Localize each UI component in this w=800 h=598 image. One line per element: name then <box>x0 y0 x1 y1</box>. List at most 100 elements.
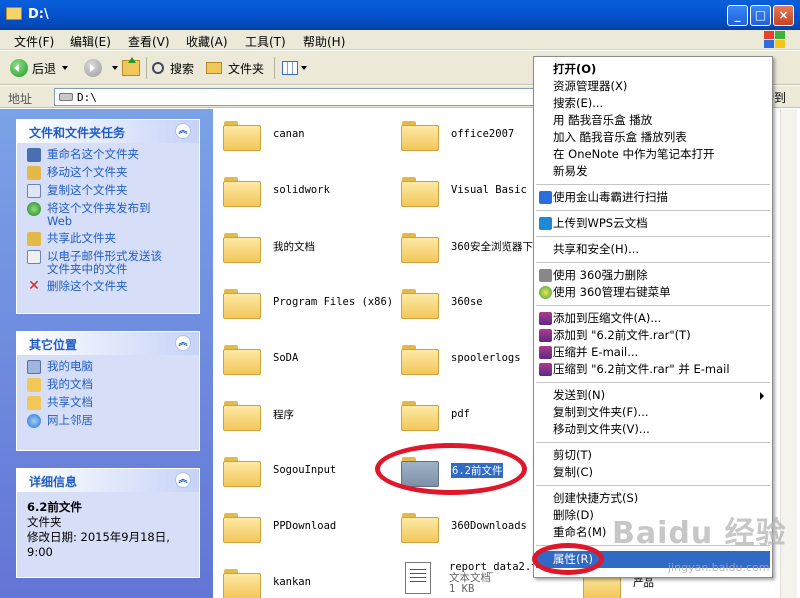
task-copy-folder[interactable]: 复制这个文件夹 <box>27 184 193 198</box>
menu-copy-to-folder[interactable]: 复制到文件夹(F)... <box>536 404 770 421</box>
task-email-files[interactable]: 以电子邮件形式发送该 文件夹中的文件 <box>27 250 193 276</box>
menu-copy[interactable]: 复制(C) <box>536 464 770 481</box>
menu-tools[interactable]: 工具(T) <box>245 33 286 50</box>
windows-logo-icon <box>764 31 786 49</box>
text-document-icon <box>405 562 431 594</box>
folder-icon <box>223 287 261 319</box>
folder-item[interactable]: PPDownload <box>223 504 336 548</box>
minimize-button[interactable]: _ <box>727 5 748 26</box>
tasks-panel: 文件和文件夹任务 ︽ 重命名这个文件夹 移动这个文件夹 复制这个文件夹 将这个文… <box>16 119 200 314</box>
folder-item[interactable]: 360安全浏览器下 <box>401 224 533 268</box>
search-button[interactable]: 搜索 <box>152 57 194 79</box>
folder-item[interactable]: 360se <box>401 280 483 324</box>
folder-item[interactable]: SogouInput <box>223 448 336 492</box>
details-modified: 修改日期: 2015年9月18日, 9:00 <box>27 530 170 559</box>
folder-item[interactable]: office2007 <box>401 112 514 156</box>
task-move-folder[interactable]: 移动这个文件夹 <box>27 166 193 180</box>
menu-360-manage[interactable]: 使用 360管理右键菜单 <box>536 284 770 301</box>
menu-sharing-security[interactable]: 共享和安全(H)... <box>536 241 770 258</box>
menu-rar-named-email[interactable]: 压缩到 "6.2前文件.rar" 并 E-mail <box>536 361 770 378</box>
menu-explorer[interactable]: 资源管理器(X) <box>536 78 770 95</box>
menu-rar-add[interactable]: 添加到压缩文件(A)... <box>536 310 770 327</box>
folder-item[interactable]: spoolerlogs <box>401 336 521 380</box>
selected-folder-item[interactable]: 6.2前文件 <box>401 448 504 492</box>
details-name: 6.2前文件 <box>27 500 82 514</box>
maximize-button[interactable]: □ <box>750 5 771 26</box>
panel-title[interactable]: 文件和文件夹任务 ︽ <box>17 120 199 143</box>
place-shared-documents[interactable]: 共享文档 <box>27 396 193 410</box>
menu-help[interactable]: 帮助(H) <box>303 33 345 50</box>
menu-rar-add-named[interactable]: 添加到 "6.2前文件.rar"(T) <box>536 327 770 344</box>
chevron-down-icon[interactable] <box>62 66 69 70</box>
archive-icon <box>539 312 552 325</box>
folder-icon <box>401 231 439 263</box>
menu-send-to[interactable]: 发送到(N) <box>536 387 770 404</box>
panel-title[interactable]: 其它位置 ︽ <box>17 332 199 355</box>
folder-item[interactable]: 360Downloads <box>401 504 527 548</box>
menu-favorites[interactable]: 收藏(A) <box>186 33 228 50</box>
folders-button[interactable]: 文件夹 <box>206 57 264 79</box>
place-network[interactable]: 网上邻居 <box>27 414 193 428</box>
folder-item[interactable]: kankan <box>223 560 311 598</box>
menu-search[interactable]: 搜索(E)... <box>536 95 770 112</box>
collapse-icon[interactable]: ︽ <box>175 472 191 488</box>
folder-icon <box>6 7 22 20</box>
file-item[interactable]: report_data2.txt 文本文档 1 KB <box>405 558 550 598</box>
folder-item[interactable]: pdf <box>401 392 470 436</box>
up-folder-button[interactable] <box>122 57 140 79</box>
toolbar-separator <box>146 57 147 79</box>
folder-item[interactable]: SoDA <box>223 336 298 380</box>
menu-kuwo-playlist[interactable]: 加入 酷我音乐盒 播放列表 <box>536 129 770 146</box>
folder-icon <box>401 343 439 375</box>
baidu-watermark: Baidu 经验 <box>612 516 787 551</box>
menu-move-to-folder[interactable]: 移动到文件夹(V)... <box>536 421 770 438</box>
menu-file[interactable]: 文件(F) <box>14 33 54 50</box>
menu-separator <box>536 210 770 211</box>
menu-xinyifa[interactable]: 新易发 <box>536 163 770 180</box>
shredder-icon <box>539 269 552 282</box>
forward-button[interactable] <box>84 57 118 79</box>
copy-icon <box>27 184 41 198</box>
menu-separator <box>536 382 770 383</box>
menu-kingsoft-scan[interactable]: 使用金山毒霸进行扫描 <box>536 189 770 206</box>
collapse-icon[interactable]: ︽ <box>175 335 191 351</box>
baidu-watermark-url: jingyan.baidu.com <box>668 561 770 574</box>
shield-icon <box>539 191 552 204</box>
menu-360-delete[interactable]: 使用 360强力删除 <box>536 267 770 284</box>
menu-bar: 文件(F) 编辑(E) 查看(V) 收藏(A) 工具(T) 帮助(H) <box>0 30 800 50</box>
place-my-documents[interactable]: 我的文档 <box>27 378 193 392</box>
menu-cut[interactable]: 剪切(T) <box>536 447 770 464</box>
menu-open[interactable]: 打开(O) <box>536 61 770 78</box>
task-publish-web[interactable]: 将这个文件夹发布到 Web <box>27 202 193 228</box>
task-rename-folder[interactable]: 重命名这个文件夹 <box>27 148 193 162</box>
details-panel: 详细信息 ︽ 6.2前文件 文件夹 修改日期: 2015年9月18日, 9:00 <box>16 468 200 578</box>
folder-item[interactable]: Visual Basic <box>401 168 527 212</box>
menu-view[interactable]: 查看(V) <box>128 33 170 50</box>
menu-edit[interactable]: 编辑(E) <box>70 33 111 50</box>
folder-icon <box>223 399 261 431</box>
folder-item[interactable]: canan <box>223 112 305 156</box>
place-my-computer[interactable]: 我的电脑 <box>27 360 193 374</box>
views-button[interactable] <box>282 57 307 79</box>
menu-wps-upload[interactable]: 上传到WPS云文档 <box>536 215 770 232</box>
task-delete-folder[interactable]: ✕ 删除这个文件夹 <box>27 279 193 294</box>
email-icon <box>27 250 41 264</box>
folder-icon <box>401 399 439 431</box>
folder-icon <box>206 62 222 74</box>
menu-onenote[interactable]: 在 OneNote 中作为笔记本打开 <box>536 146 770 163</box>
collapse-icon[interactable]: ︽ <box>175 123 191 139</box>
menu-kuwo-play[interactable]: 用 酷我音乐盒 播放 <box>536 112 770 129</box>
close-button[interactable]: × <box>773 5 794 26</box>
folder-item[interactable]: solidwork <box>223 168 330 212</box>
task-share-folder[interactable]: 共享此文件夹 <box>27 232 193 246</box>
folder-item[interactable]: 我的文档 <box>223 224 315 268</box>
folder-item[interactable]: 程序 <box>223 392 294 436</box>
panel-title[interactable]: 详细信息 ︽ <box>17 469 199 492</box>
menu-create-shortcut[interactable]: 创建快捷方式(S) <box>536 490 770 507</box>
back-button[interactable]: 后退 <box>10 57 69 79</box>
folder-item[interactable]: Program Files (x86) <box>223 280 393 324</box>
chevron-down-icon[interactable] <box>112 66 118 70</box>
menu-rar-email[interactable]: 压缩并 E-mail... <box>536 344 770 361</box>
chevron-down-icon[interactable] <box>301 66 307 70</box>
context-menu: 打开(O) 资源管理器(X) 搜索(E)... 用 酷我音乐盒 播放 加入 酷我… <box>532 56 773 578</box>
